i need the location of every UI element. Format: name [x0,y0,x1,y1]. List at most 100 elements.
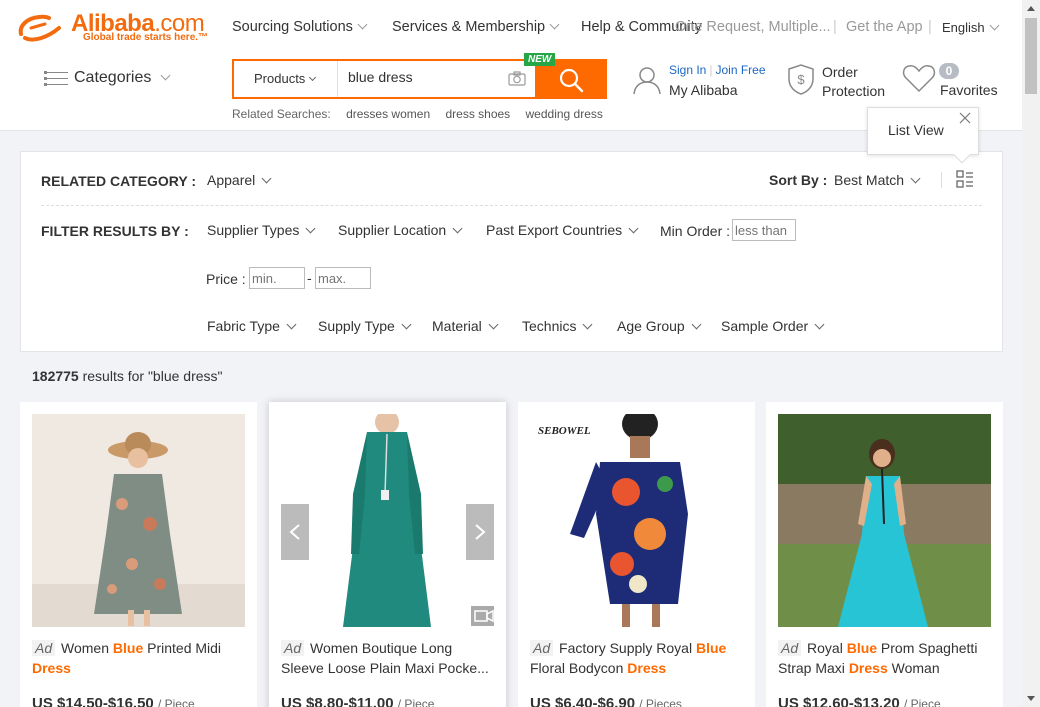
product-image[interactable] [281,414,494,627]
chevron-down-icon [305,223,316,234]
close-icon[interactable] [959,112,971,124]
nav-get-the-app[interactable]: Get the App [846,19,923,35]
product-title[interactable]: Ad Women Boutique Long Sleeve Loose Plai… [281,638,495,678]
chevron-down-icon [160,70,171,81]
chevron-down-icon [488,319,499,330]
product-card[interactable]: Ad Women Blue Printed Midi Dress US $14.… [20,402,257,707]
language-selector[interactable]: English [942,20,1000,35]
product-title[interactable]: Ad Women Blue Printed Midi Dress [32,638,246,678]
nav-one-request[interactable]: One Request, Multiple... [675,19,831,35]
chevron-down-icon [628,223,639,234]
related-search-link[interactable]: wedding dress [526,107,603,121]
related-search-link[interactable]: dress shoes [445,107,510,121]
product-image[interactable] [32,414,245,627]
product-image[interactable] [778,414,991,627]
product-price: US $6.40-$6.90 / Pieces [530,695,682,707]
filter-supplier-location[interactable]: Supplier Location [338,222,463,238]
product-price: US $12.60-$13.20 / Piece [778,695,941,707]
product-card[interactable]: Ad Royal Blue Prom Spaghetti Strap Maxi … [766,402,1003,707]
related-category-dropdown[interactable]: Apparel [207,172,272,188]
filter-supplier-types[interactable]: Supplier Types [207,222,316,238]
price-max-input[interactable] [315,267,371,289]
alibaba-logo[interactable]: Alibaba.com Global trade starts here.™ [15,10,215,47]
logo-tagline: Global trade starts here.™ [83,32,209,43]
video-icon[interactable] [471,606,494,626]
new-badge: NEW [524,53,556,66]
filter-panel: RELATED CATEGORY : Apparel Sort By : Bes… [20,151,1003,352]
list-view-label: List View [888,122,944,138]
product-card[interactable]: SEBOWEL Ad Factory Supply Royal Blue Flo… [518,402,755,707]
related-searches-label: Related Searches: [232,107,331,121]
search-icon [559,68,584,93]
chevron-down-icon [401,319,412,330]
sign-in-link[interactable]: Sign In [669,63,706,77]
chevron-down-icon [309,73,317,82]
chevron-down-icon [989,20,1000,31]
min-order-input[interactable] [732,219,796,241]
chevron-down-icon [549,19,560,30]
price-separator: - [307,270,312,286]
chevron-down-icon [286,319,297,330]
chevron-down-icon [691,319,702,330]
scroll-thumb[interactable] [1025,18,1037,94]
chevron-down-icon [452,223,463,234]
carousel-next-button[interactable] [466,504,494,560]
product-title[interactable]: Ad Royal Blue Prom Spaghetti Strap Maxi … [778,638,992,678]
chevron-down-icon [261,173,272,184]
chevron-left-icon [289,524,300,540]
filter-past-export-countries[interactable]: Past Export Countries [486,222,639,238]
price-min-input[interactable] [249,267,305,289]
product-card[interactable]: Ad Women Boutique Long Sleeve Loose Plai… [269,402,506,707]
chevron-down-icon [583,319,593,330]
sort-by-dropdown[interactable]: Best Match [834,172,921,188]
favorites-count-badge: 0 [939,63,959,79]
list-view-tooltip: List View [867,107,979,164]
results-count: 182775 results for "blue dress" [32,368,223,384]
nav-separator: | [833,19,837,35]
filter-technics[interactable]: Technics [522,318,593,334]
filter-sample-order[interactable]: Sample Order [721,318,825,334]
chevron-down-icon [910,173,921,184]
svg-text:$: $ [797,72,805,87]
scroll-down-arrow-icon[interactable] [1027,696,1035,701]
scroll-up-arrow-icon[interactable] [1027,6,1035,11]
filter-material[interactable]: Material [432,318,499,334]
page-scrollbar[interactable] [1022,0,1040,707]
price-label: Price : [206,271,246,287]
heart-icon [902,65,936,93]
product-image[interactable]: SEBOWEL [530,414,743,627]
filter-supply-type[interactable]: Supply Type [318,318,412,334]
filter-age-group[interactable]: Age Group [617,318,702,334]
nav-services-membership[interactable]: Services & Membership [392,19,560,35]
logo-mark-icon [18,14,61,42]
categories-label: Categories [74,69,152,86]
search-input[interactable] [348,69,498,85]
chevron-down-icon [357,19,368,30]
related-searches: Related Searches: dresses women dress sh… [232,107,615,121]
related-category-label: RELATED CATEGORY : [41,173,197,189]
filter-results-label: FILTER RESULTS BY : [41,223,189,239]
join-free-link[interactable]: Join Free [715,63,765,77]
favorites-label: Favorites [940,82,998,98]
chevron-down-icon [814,319,825,330]
view-toggle-icon[interactable] [956,170,974,188]
menu-icon [44,71,68,86]
min-order-label: Min Order : [660,223,731,239]
sort-by-label: Sort By : [769,172,828,188]
order-protection-line2: Protection [822,83,886,99]
related-search-link[interactable]: dresses women [346,107,430,121]
order-protection-line1: Order [822,64,858,80]
search-scope-dropdown[interactable]: Products [234,61,338,97]
nav-sourcing-solutions[interactable]: Sourcing Solutions [232,19,368,35]
my-alibaba-link[interactable]: My Alibaba [669,82,737,98]
shield-dollar-icon: $ [788,64,814,95]
camera-icon[interactable] [508,71,526,86]
product-price: US $8.80-$11.00 / Piece [281,695,435,707]
signin-links: Sign In | Join Free [669,63,766,77]
nav-separator: | [928,19,932,35]
chevron-right-icon [475,524,486,540]
user-icon[interactable] [632,65,662,95]
product-title[interactable]: Ad Factory Supply Royal Blue Floral Body… [530,638,744,678]
filter-fabric-type[interactable]: Fabric Type [207,318,297,334]
carousel-prev-button[interactable] [281,504,309,560]
